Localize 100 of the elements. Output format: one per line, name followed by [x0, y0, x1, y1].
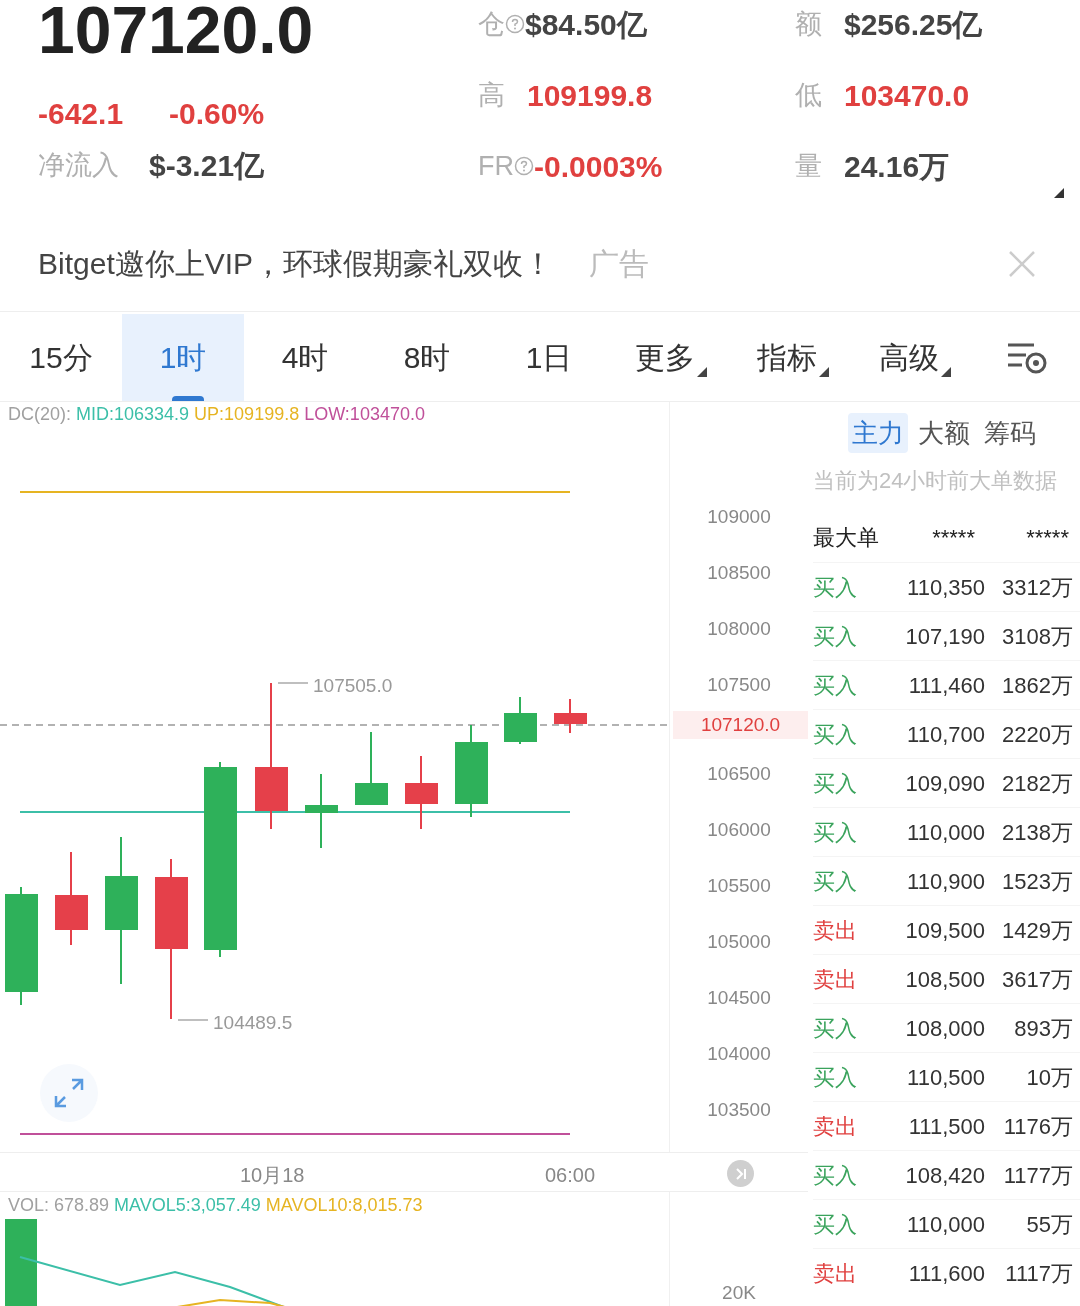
interval-tab[interactable]: 1时	[122, 314, 244, 401]
price-axis-label: 103500	[707, 1098, 771, 1122]
price-axis-label: 109000	[707, 505, 771, 529]
order-side: 买入	[813, 867, 858, 896]
stat-value: -0.0003%	[534, 148, 663, 185]
order-price: 108,420	[904, 1161, 985, 1190]
order-side: 买入	[813, 769, 858, 798]
stat-label: 低	[795, 78, 822, 112]
price-axis-label: 106000	[707, 818, 771, 842]
order-amount: 1523万	[1001, 867, 1073, 896]
order-amount: 2220万	[1001, 720, 1073, 749]
stat-label: FR	[478, 149, 514, 183]
order-amount: 1177万	[1002, 1161, 1073, 1190]
interval-tab[interactable]: 4时	[244, 314, 366, 401]
interval-tab[interactable]: 指标	[732, 314, 854, 401]
order-amount: 3312万	[1001, 573, 1073, 602]
price-axis-label: 108000	[707, 617, 771, 641]
order-price: 110,000	[906, 1210, 985, 1239]
help-icon[interactable]	[514, 156, 534, 176]
current-price-tag: 107120.0	[673, 711, 808, 739]
order-side: 卖出	[813, 916, 858, 945]
order-side: 买入	[813, 818, 858, 847]
order-price: 110,500	[906, 1063, 985, 1092]
order-price: 111,460	[907, 671, 985, 700]
stat-value: $-3.21亿	[149, 147, 265, 184]
stat-value: 103470.0	[844, 77, 970, 114]
resize-handle-icon[interactable]	[1054, 188, 1064, 198]
order-price: 110,350	[906, 573, 985, 602]
order-price: 109,500	[904, 916, 985, 945]
low-marker-label: 104489.5	[213, 1011, 293, 1035]
order-side: 买入	[813, 671, 858, 700]
stat-label: 仓	[478, 7, 505, 41]
order-price: 108,000	[904, 1014, 985, 1043]
stat-label: 高	[478, 78, 505, 112]
order-amount: 3108万	[1001, 622, 1073, 651]
order-side: 买入	[813, 622, 858, 651]
order-price: 109,090	[904, 769, 985, 798]
order-amount: 3617万	[1001, 965, 1073, 994]
order-side: 买入	[813, 720, 858, 749]
data-note: 当前为24小时前大单数据	[813, 467, 1059, 495]
order-tab[interactable]: 大额	[914, 413, 974, 453]
price-axis-label: 104000	[707, 1042, 771, 1066]
order-amount: 1117万	[1004, 1259, 1073, 1288]
order-price: 108,500	[904, 965, 985, 994]
order-tab[interactable]: 筹码	[980, 413, 1040, 453]
interval-tab[interactable]: 15分	[0, 314, 122, 401]
candle	[554, 698, 587, 734]
ad-banner-text[interactable]: Bitget邀你上VIP，环球假期豪礼双收！	[38, 241, 554, 286]
stat-label: 量	[795, 149, 822, 183]
close-icon[interactable]	[1008, 249, 1036, 278]
order-price: 111,500	[907, 1112, 985, 1141]
order-price: 110,000	[906, 818, 985, 847]
order-side: 卖出	[813, 1112, 858, 1141]
price-axis-label: 104500	[707, 986, 771, 1010]
stat-value: $256.25亿	[844, 6, 983, 43]
price-axis-label: 105000	[707, 930, 771, 954]
ad-tag: 广告	[589, 241, 650, 286]
price-axis-label: 107500	[707, 673, 771, 697]
stat-value: 109199.8	[527, 77, 653, 114]
order-amount: 1862万	[1001, 671, 1073, 700]
time-axis-label: 06:00	[545, 1163, 596, 1188]
order-side: 买入	[813, 573, 858, 602]
volume-indicator-value: MAVOL5:3,057.49	[114, 1194, 261, 1216]
volume-indicator-value: VOL: 678.89	[8, 1194, 110, 1216]
order-amount: 893万	[1013, 1014, 1073, 1043]
volume-axis-label: 20K	[722, 1281, 756, 1305]
order-side: 买入	[813, 1063, 858, 1092]
order-price: 110,900	[906, 867, 985, 896]
volume-indicator-value: MAVOL10:8,015.73	[265, 1194, 423, 1216]
order-side: 卖出	[813, 1259, 858, 1288]
order-amount: 2138万	[1001, 818, 1073, 847]
order-price: 107,190	[904, 622, 985, 651]
order-amount: 2182万	[1001, 769, 1073, 798]
stat-value: 24.16万	[844, 148, 950, 185]
indicator-value: DC(20):	[8, 403, 71, 425]
selected-indicator	[172, 396, 204, 401]
indicator-value: MID:106334.9	[76, 403, 190, 425]
interval-tab[interactable]: 8时	[366, 314, 488, 401]
interval-tab[interactable]: 更多	[610, 314, 732, 401]
column-header: 最大单	[813, 524, 880, 552]
order-side: 买入	[813, 1014, 858, 1043]
price-change: -642.1	[38, 95, 124, 132]
order-tab[interactable]: 主力	[848, 413, 908, 453]
stat-value: $84.50亿	[525, 6, 647, 43]
stat-label: 净流入	[38, 148, 119, 182]
leader-line	[277, 682, 309, 684]
interval-tab[interactable]: 高级	[854, 314, 976, 401]
order-side: 买入	[813, 1210, 858, 1239]
price-axis-label: 106500	[707, 762, 771, 786]
indicator-value: UP:109199.8	[194, 403, 300, 425]
price-change-percent: -0.60%	[169, 95, 265, 132]
order-amount: 55万	[1025, 1210, 1073, 1239]
interval-tab[interactable]: 1日	[488, 314, 610, 401]
order-side: 买入	[813, 1161, 858, 1190]
high-marker-label: 107505.0	[313, 674, 393, 698]
leader-line	[177, 1019, 209, 1021]
jump-to-latest-icon[interactable]	[727, 1160, 754, 1187]
time-axis-label: 10月18	[240, 1163, 305, 1188]
help-icon[interactable]	[505, 14, 525, 34]
order-amount: 1176万	[1002, 1112, 1073, 1141]
